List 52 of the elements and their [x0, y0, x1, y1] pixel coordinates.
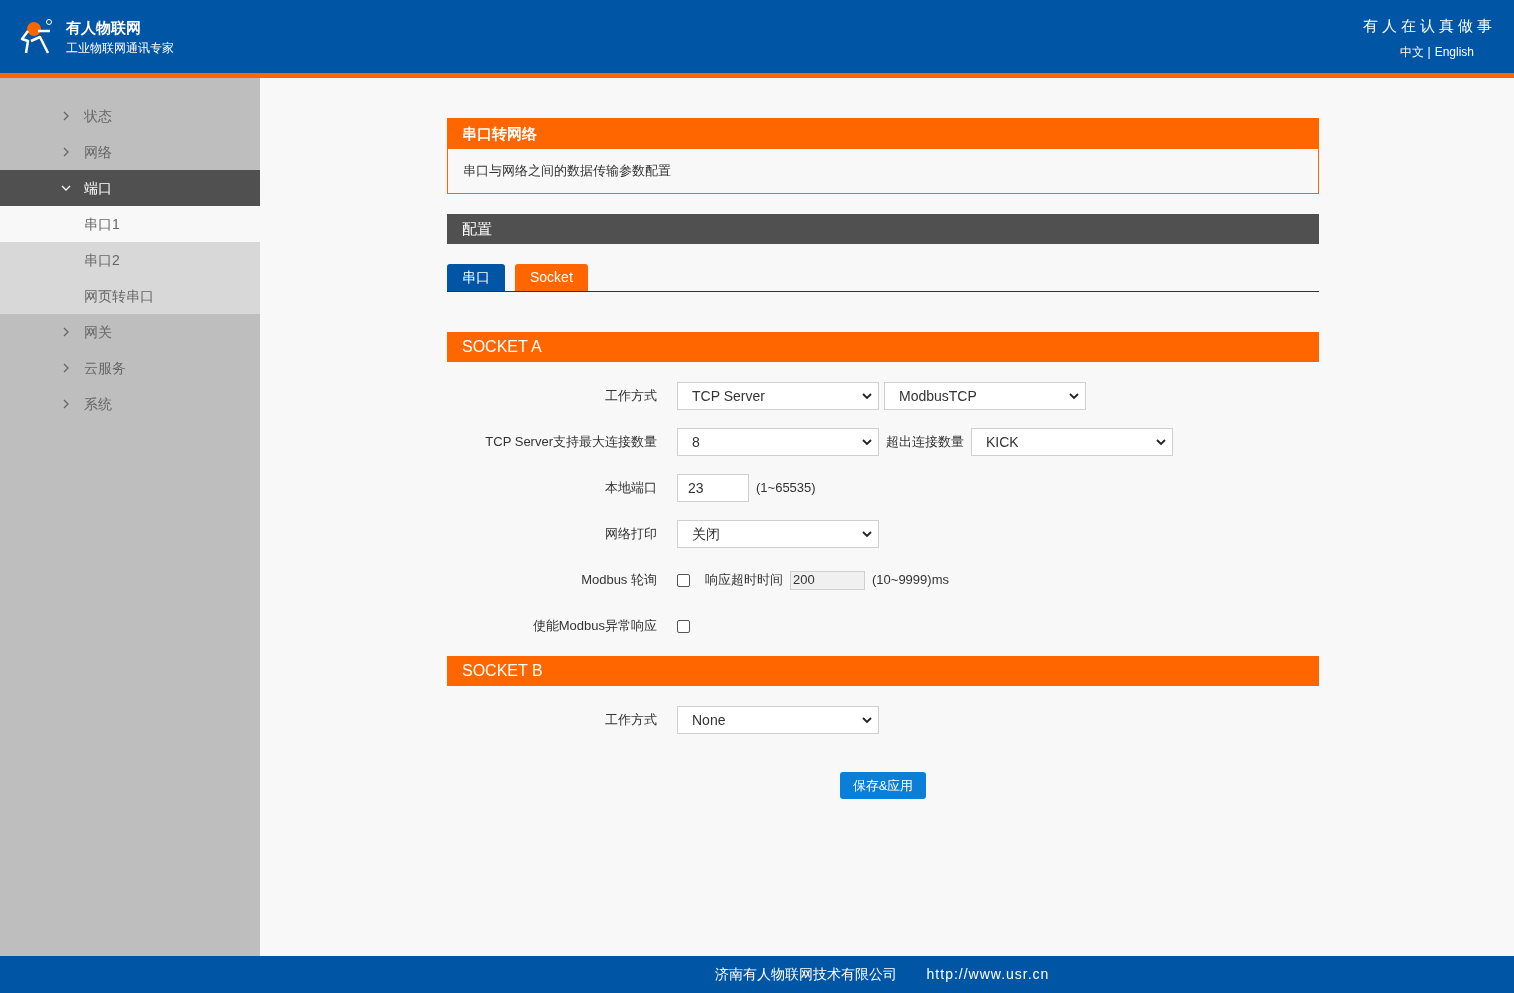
sidebar-subitem[interactable]: 网页转串口 — [0, 278, 260, 314]
section-header: 配置 — [447, 214, 1319, 244]
sidebar-item[interactable]: 端口 — [0, 170, 260, 206]
checkbox[interactable] — [677, 619, 690, 633]
field-label: 本地端口 — [604, 479, 657, 498]
dropdown-select[interactable]: ModbusTCP — [884, 382, 1086, 410]
chevron-down-icon — [862, 437, 872, 447]
dropdown-select[interactable]: None — [677, 706, 879, 734]
field-label: Modbus 轮询 — [580, 571, 657, 590]
panel-description: 串口与网络之间的数据传输参数配置 — [462, 162, 672, 181]
separator: | — [1427, 43, 1431, 61]
chevron-down-icon — [1156, 437, 1166, 447]
field-label: TCP Server支持最大连接数量 — [484, 433, 657, 452]
slogan: 有人在认真做事 — [1363, 15, 1496, 36]
input-field[interactable]: 23 — [677, 474, 749, 502]
dropdown-select[interactable]: 关闭 — [677, 520, 879, 548]
chevron-right-icon — [61, 327, 71, 337]
language-link[interactable]: English — [1434, 42, 1474, 61]
field-label: 使能Modbus异常响应 — [531, 617, 657, 636]
company-name: 济南有人物联网技术有限公司 — [714, 965, 897, 984]
chevron-right-icon — [61, 363, 71, 373]
field-label: 响应超时时间 — [704, 571, 784, 590]
checkbox[interactable] — [677, 573, 690, 587]
chevron-down-icon — [862, 391, 872, 401]
dropdown-select[interactable]: TCP Server — [677, 382, 879, 410]
sidebar-subitem[interactable]: 串口1 — [0, 206, 260, 242]
field-label: 工作方式 — [604, 387, 657, 406]
panel-title: 串口转网络 — [448, 119, 1318, 149]
brand-subtitle: 工业物联网通讯专家 — [66, 39, 174, 57]
dropdown-select[interactable]: 8 — [677, 428, 879, 456]
chevron-down-icon — [862, 529, 872, 539]
website-link[interactable]: http://www.usr.cn — [926, 964, 1050, 985]
field-label: 工作方式 — [604, 711, 657, 730]
section-header: SOCKET B — [447, 656, 1319, 686]
chevron-right-icon — [61, 399, 71, 409]
input-field[interactable]: 200 — [790, 570, 865, 590]
field-label: (1~65535) — [755, 479, 817, 498]
language-link[interactable]: 中文 — [1399, 42, 1424, 61]
sidebar-subitem[interactable]: 串口2 — [0, 242, 260, 278]
tab[interactable]: 串口 — [447, 264, 505, 291]
dropdown-select[interactable]: KICK — [971, 428, 1173, 456]
save-button[interactable]: 保存&应用 — [839, 772, 927, 799]
section-header: SOCKET A — [447, 332, 1319, 362]
chevron-down-icon — [862, 715, 872, 725]
field-label: 网络打印 — [604, 525, 657, 544]
brand-name: 有人物联网 — [66, 17, 142, 38]
chevron-down-icon — [1069, 391, 1079, 401]
chevron-right-icon — [61, 111, 71, 121]
chevron-right-icon — [61, 147, 71, 157]
chevron-down-icon — [61, 183, 71, 193]
field-label: 超出连接数量 — [885, 433, 965, 452]
field-label: (10~9999)ms — [871, 571, 950, 590]
